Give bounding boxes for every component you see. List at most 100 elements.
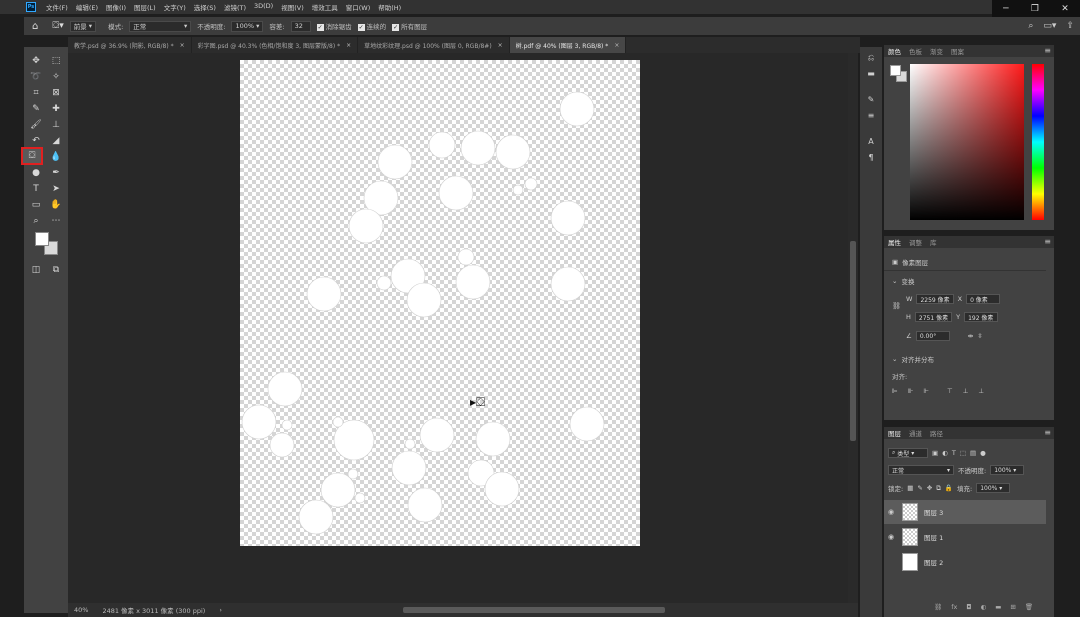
adjustments-icon[interactable]: ≡: [865, 111, 877, 123]
search-icon[interactable]: ⌕: [1028, 21, 1033, 31]
lock-position-icon[interactable]: ✥: [927, 484, 932, 492]
vertical-scrollbar[interactable]: [848, 53, 858, 603]
workspace-icon[interactable]: ▭▾: [1043, 21, 1056, 31]
fill-source-select[interactable]: 前景 ▾: [69, 20, 97, 32]
menu-item[interactable]: 图层(L): [130, 2, 160, 12]
paint-bucket-tool-icon[interactable]: ⛋: [21, 147, 43, 165]
height-input[interactable]: 2751 像素: [914, 312, 953, 322]
link-layers-icon[interactable]: ⛓: [934, 603, 942, 611]
x-input[interactable]: 0 像素: [966, 294, 1001, 304]
color-panel-tab[interactable]: 图案: [951, 46, 964, 56]
type-tool-icon[interactable]: T: [29, 182, 43, 196]
menu-item[interactable]: 选择(S): [190, 2, 220, 12]
antialias-checkbox[interactable]: ✓ 消除锯齿: [316, 21, 352, 31]
opacity-input[interactable]: 100% ▾: [231, 20, 264, 32]
document-tab[interactable]: 彩字图.psd @ 40.3% (色相/饱和度 3, 图层蒙版/8) * ×: [192, 37, 359, 53]
pen-tool-icon[interactable]: ✒: [49, 166, 63, 180]
document-canvas[interactable]: [240, 60, 640, 546]
quick-mask-icon[interactable]: ◫: [29, 263, 43, 277]
dodge-tool-icon[interactable]: ●: [29, 166, 43, 180]
contiguous-checkbox[interactable]: ✓ 连续的: [357, 21, 386, 31]
align-bottom-icon[interactable]: ⊥: [978, 387, 984, 395]
blend-mode-select[interactable]: 正常 ▾: [888, 465, 954, 475]
character-icon[interactable]: A: [865, 137, 877, 149]
add-mask-icon[interactable]: ◘: [966, 603, 971, 611]
menu-item[interactable]: 滤镜(T): [220, 2, 250, 12]
group-icon[interactable]: ▬: [995, 603, 1001, 611]
clone-stamp-tool-icon[interactable]: ⊥: [49, 118, 63, 132]
path-selection-tool-icon[interactable]: ➤: [49, 182, 63, 196]
more-tools-icon[interactable]: ⋯: [49, 214, 63, 228]
flip-horizontal-icon[interactable]: ⇹: [968, 332, 973, 340]
comments-icon[interactable]: ▬: [865, 69, 877, 81]
layers-panel-tab[interactable]: 图层: [888, 428, 901, 438]
menu-item[interactable]: 增效工具: [308, 2, 342, 12]
trash-icon[interactable]: 🗑: [1025, 603, 1033, 611]
menu-item[interactable]: 视图(V): [277, 2, 308, 12]
properties-panel-tab[interactable]: 调整: [909, 237, 922, 247]
layer-name[interactable]: 图层 1: [924, 532, 943, 542]
brush-tool-icon[interactable]: 🖌: [29, 118, 43, 132]
flip-vertical-icon[interactable]: ⇳: [977, 332, 982, 340]
color-panel-tab[interactable]: 颜色: [888, 46, 901, 56]
hand-tool-icon[interactable]: ✋: [49, 198, 63, 212]
menu-item[interactable]: 文件(F): [42, 2, 72, 12]
color-panel-tab[interactable]: 色板: [909, 46, 922, 56]
eyedropper-tool-icon[interactable]: ✎: [29, 102, 43, 116]
blur-tool-icon[interactable]: 💧: [49, 150, 63, 164]
close-tab-icon[interactable]: ×: [614, 42, 619, 49]
close-tab-icon[interactable]: ×: [346, 42, 351, 49]
close-tab-icon[interactable]: ×: [498, 42, 503, 49]
layer-filter-select[interactable]: ⌕ 类型 ▾: [888, 448, 928, 458]
layer-name[interactable]: 图层 2: [924, 557, 943, 567]
foreground-color-mini-swatch[interactable]: [890, 65, 901, 76]
link-icon[interactable]: ⛓: [892, 302, 901, 310]
filter-pixel-icon[interactable]: ▣: [932, 449, 938, 457]
close-tab-icon[interactable]: ×: [180, 42, 185, 49]
foreground-color-swatch[interactable]: [35, 232, 49, 246]
layer-name[interactable]: 图层 3: [924, 507, 943, 517]
brush-settings-icon[interactable]: ✎: [865, 95, 877, 107]
align-header[interactable]: ⌄ 对齐并分布: [892, 354, 934, 364]
lock-transparency-icon[interactable]: ▦: [907, 484, 913, 492]
lock-artboard-icon[interactable]: ⧉: [936, 484, 941, 493]
align-center-icon[interactable]: ⊪: [908, 387, 914, 395]
menu-item[interactable]: 编辑(E): [72, 2, 102, 12]
status-arrow-icon[interactable]: ›: [219, 606, 222, 614]
width-input[interactable]: 2259 像素: [916, 294, 954, 304]
lock-all-icon[interactable]: 🔒: [945, 484, 953, 492]
filter-shape-icon[interactable]: ⬚: [960, 449, 966, 457]
zoom-tool-icon[interactable]: ⌕: [29, 214, 43, 228]
history-brush-tool-icon[interactable]: ↶: [29, 134, 43, 148]
crop-tool-icon[interactable]: ⌗: [29, 86, 43, 100]
layer-row[interactable]: ◉ 图层 3: [884, 500, 1046, 524]
lasso-tool-icon[interactable]: ➰: [29, 70, 43, 84]
menu-item[interactable]: 文字(Y): [160, 2, 190, 12]
history-icon[interactable]: ⎌: [865, 53, 877, 65]
restore-button[interactable]: ❐: [1031, 4, 1039, 14]
fill-input[interactable]: 100% ▾: [976, 483, 1011, 493]
canvas-area[interactable]: ▸⛋: [68, 53, 848, 603]
magic-wand-tool-icon[interactable]: ✧: [49, 70, 63, 84]
menu-item[interactable]: 帮助(H): [374, 2, 405, 12]
paragraph-icon[interactable]: ¶: [865, 153, 877, 165]
properties-panel-tab[interactable]: 属性: [888, 237, 901, 247]
close-button[interactable]: ✕: [1061, 4, 1069, 14]
share-icon[interactable]: ⇪: [1066, 21, 1074, 31]
panel-menu-icon[interactable]: ≡: [1044, 46, 1051, 55]
paint-bucket-preset-icon[interactable]: ⛋▾: [52, 21, 63, 31]
minimize-button[interactable]: ─: [1003, 4, 1008, 14]
lock-paint-icon[interactable]: ✎: [917, 484, 922, 492]
screen-mode-icon[interactable]: ⧉: [49, 263, 63, 277]
transform-header[interactable]: ⌄ 变换: [892, 276, 914, 286]
menu-item[interactable]: 图像(I): [102, 2, 130, 12]
mode-select[interactable]: 正常 ▾: [129, 20, 192, 32]
adjustment-layer-icon[interactable]: ◐: [981, 603, 987, 611]
document-tab[interactable]: 树.pdf @ 40% (图层 3, RGB/8) * ×: [509, 37, 627, 53]
filter-adjust-icon[interactable]: ◐: [942, 449, 948, 457]
marquee-tool-icon[interactable]: ⬚: [49, 54, 63, 68]
panel-menu-icon[interactable]: ≡: [1044, 237, 1051, 246]
eraser-tool-icon[interactable]: ◢: [49, 134, 63, 148]
layer-row[interactable]: ◉ 图层 1: [884, 525, 1046, 549]
fx-icon[interactable]: fx: [951, 603, 957, 611]
